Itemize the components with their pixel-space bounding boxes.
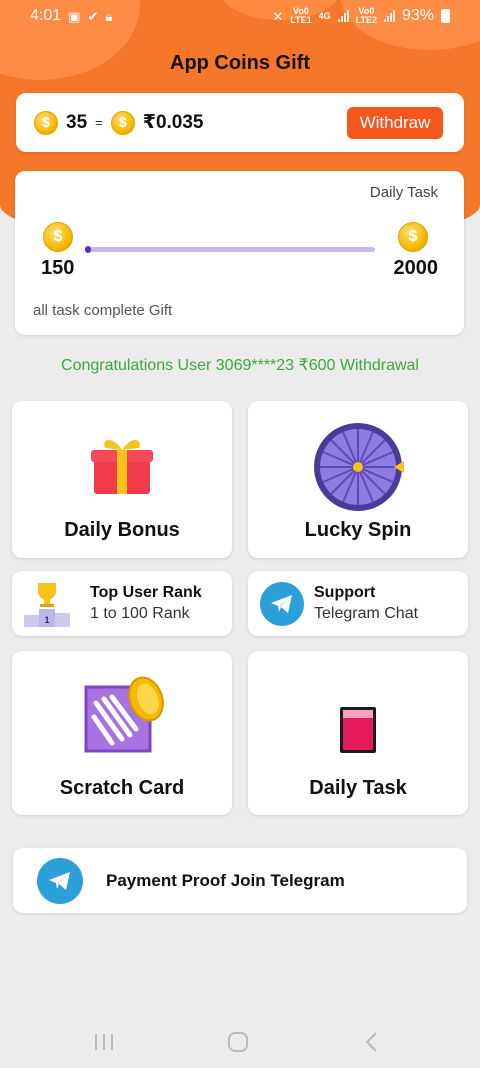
- spin-wheel-icon: [314, 423, 404, 511]
- gift-icon: [91, 440, 153, 494]
- svg-text:1: 1: [44, 615, 49, 625]
- daily-bonus-tile[interactable]: Daily Bonus: [12, 401, 232, 558]
- recent-apps-icon[interactable]: [93, 1032, 115, 1052]
- daily-task-progress-card[interactable]: Daily Task $ $ 150 2000 all task complet…: [15, 171, 464, 335]
- battery-icon: [441, 9, 450, 23]
- scratch-card-label: Scratch Card: [59, 777, 185, 799]
- battery-percent: 93%: [401, 7, 434, 24]
- trophy-podium-icon: 1: [24, 582, 70, 627]
- rupee-balance: ₹0.035: [142, 112, 204, 133]
- lock-notification-icon: 🔒︎: [105, 8, 113, 24]
- signal-bars-1-icon: [337, 10, 349, 22]
- daily-task-label: Daily Task: [309, 777, 407, 799]
- task-jar-icon: [340, 707, 376, 753]
- progress-max-value: 2000: [393, 257, 439, 279]
- payment-proof-label: Payment Proof Join Telegram: [106, 870, 345, 890]
- support-telegram-card[interactable]: Support Telegram Chat: [248, 571, 468, 636]
- lucky-spin-label: Lucky Spin: [304, 519, 412, 541]
- withdraw-button[interactable]: Withdraw: [347, 107, 443, 139]
- scratch-card-tile[interactable]: Scratch Card: [12, 651, 232, 815]
- top-rank-title: Top User Rank: [90, 584, 202, 601]
- telegram-icon: [37, 857, 83, 904]
- coin-icon: $: [34, 110, 58, 135]
- scratch-card-icon: [84, 676, 164, 753]
- back-icon[interactable]: [364, 1031, 380, 1053]
- network-lte1-label: Vo0 LTE1: [290, 6, 312, 25]
- progress-min-value: 150: [41, 257, 75, 279]
- daily-task-label: Daily Task: [369, 184, 438, 201]
- payment-proof-card[interactable]: Payment Proof Join Telegram: [13, 848, 467, 913]
- coin-balance: 35: [66, 111, 88, 133]
- lucky-spin-tile[interactable]: Lucky Spin: [248, 401, 468, 558]
- equals-sign: =: [95, 115, 103, 130]
- withdrawal-ticker: Congratulations User 3069****23 ₹600 Wit…: [61, 357, 419, 374]
- status-time: 4:01: [30, 7, 62, 24]
- telegram-icon: [260, 581, 304, 626]
- download-notification-icon: ✔: [87, 8, 99, 24]
- signal-bars-2-icon: [383, 10, 395, 22]
- task-progress-fill: [85, 246, 91, 253]
- task-progress-bar: [85, 246, 375, 253]
- gallery-notification-icon: ▣: [68, 8, 81, 24]
- balance-card: $ 35 = $ ₹0.035 Withdraw: [16, 93, 464, 152]
- rupee-coin-icon: $: [110, 110, 135, 135]
- support-title: Support: [314, 584, 376, 601]
- top-user-rank-card[interactable]: 1 Top User Rank 1 to 100 Rank: [12, 571, 232, 636]
- top-rank-subtitle: 1 to 100 Rank: [90, 605, 190, 622]
- task-footer-text: all task complete Gift: [33, 302, 173, 319]
- home-icon[interactable]: [227, 1031, 249, 1053]
- status-bar: 4:01 ▣ ✔ 🔒︎ ✕ Vo0 LTE1 4G Vo0 LTE2 93%: [0, 0, 480, 32]
- network-lte2-label: Vo0 LTE2: [355, 6, 377, 25]
- coin-icon: $: [398, 222, 428, 252]
- daily-task-tile[interactable]: Daily Task: [248, 651, 468, 815]
- coin-icon: $: [43, 222, 73, 252]
- daily-bonus-label: Daily Bonus: [64, 519, 180, 541]
- network-4g-label: 4G: [318, 10, 331, 21]
- app-title: App Coins Gift: [170, 52, 310, 74]
- system-nav-bar: [0, 1020, 480, 1068]
- mute-icon: ✕: [272, 8, 284, 24]
- support-subtitle: Telegram Chat: [314, 605, 419, 622]
